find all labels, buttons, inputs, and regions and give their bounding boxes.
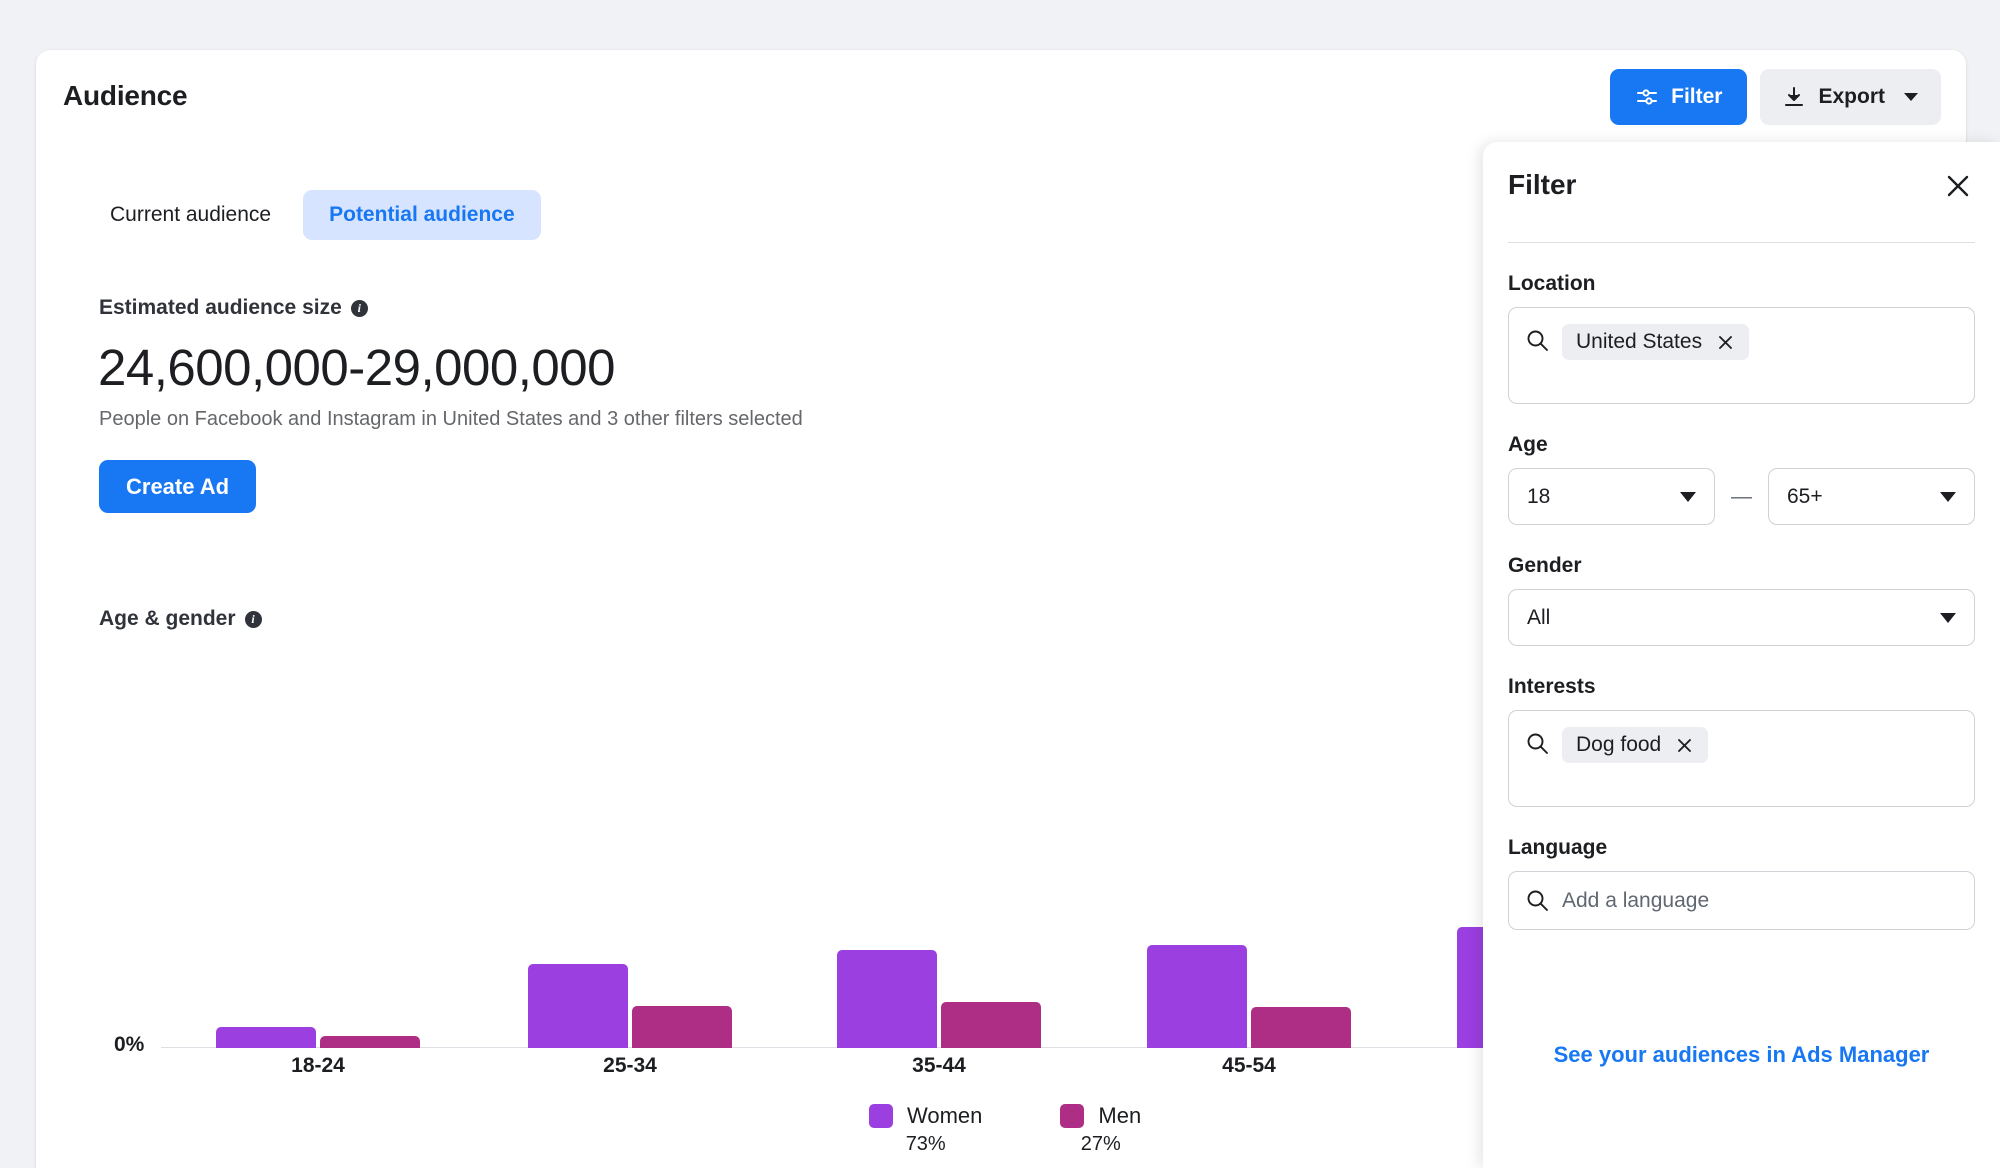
bar-35-44-men: [941, 1002, 1041, 1048]
location-chip-united-states[interactable]: United States: [1562, 324, 1749, 360]
filter-panel: Filter Location United States: [1483, 142, 2000, 1168]
gender-label: Gender: [1508, 554, 1975, 578]
estimated-audience-size-value: 24,600,000-29,000,000: [98, 338, 615, 397]
language-input[interactable]: Add a language: [1508, 871, 1975, 930]
gender-select[interactable]: All: [1508, 589, 1975, 646]
search-icon: [1525, 888, 1550, 913]
x-axis-label-18-24: 18-24: [291, 1054, 345, 1078]
chart-legend: Women 73% Men 27%: [869, 1103, 1141, 1156]
bar-18-24-men: [320, 1036, 420, 1048]
x-axis-label-25-34: 25-34: [603, 1054, 657, 1078]
age-range-separator: —: [1731, 485, 1752, 509]
audience-tabs: Current audience Potential audience: [84, 190, 541, 240]
legend-value-women: 73%: [906, 1133, 946, 1156]
tab-current-audience[interactable]: Current audience: [84, 190, 297, 240]
age-max-select[interactable]: 65+: [1768, 468, 1975, 525]
download-icon: [1782, 85, 1806, 110]
bar-25-34-women: [528, 964, 628, 1048]
age-min-select[interactable]: 18: [1508, 468, 1715, 525]
page-title: Audience: [63, 80, 187, 112]
ads-manager-link[interactable]: See your audiences in Ads Manager: [1483, 1042, 2000, 1068]
app-root: Audience Filter: [0, 0, 2000, 1168]
legend-swatch-women: [869, 1104, 893, 1128]
filter-button-label: Filter: [1671, 85, 1722, 109]
chevron-down-icon: [1940, 492, 1956, 502]
tab-potential-audience[interactable]: Potential audience: [303, 190, 541, 240]
interests-input[interactable]: Dog food: [1508, 710, 1975, 807]
bar-18-24-women: [216, 1027, 316, 1048]
info-icon[interactable]: i: [351, 300, 368, 317]
search-icon: [1525, 731, 1550, 756]
legend-label-men: Men: [1098, 1103, 1141, 1129]
header-actions: Filter Export: [1610, 69, 1941, 125]
language-label: Language: [1508, 836, 1975, 860]
age-max-value: 65+: [1787, 485, 1823, 509]
location-chip-label: United States: [1576, 330, 1702, 354]
sliders-icon: [1635, 85, 1659, 109]
legend-swatch-men: [1060, 1104, 1084, 1128]
filter-panel-header: Filter: [1508, 142, 1975, 242]
language-placeholder: Add a language: [1562, 889, 1709, 913]
search-icon: [1525, 328, 1550, 353]
chevron-down-icon: [1940, 613, 1956, 623]
interests-chip-label: Dog food: [1576, 733, 1661, 757]
legend-label-women: Women: [907, 1103, 982, 1129]
estimated-audience-size-label: Estimated audience size i: [99, 296, 368, 320]
x-axis-label-35-44: 35-44: [912, 1054, 966, 1078]
legend-item-women: Women 73%: [869, 1103, 982, 1156]
close-icon[interactable]: [1941, 169, 1975, 208]
export-button[interactable]: Export: [1760, 69, 1941, 125]
bar-45-54-women: [1147, 945, 1247, 1048]
bar-25-34-men: [632, 1006, 732, 1048]
location-input[interactable]: United States: [1508, 307, 1975, 404]
x-axis-label-45-54: 45-54: [1222, 1054, 1276, 1078]
create-ad-button[interactable]: Create Ad: [99, 460, 256, 513]
filter-panel-title: Filter: [1508, 169, 1576, 201]
location-label: Location: [1508, 272, 1975, 296]
chevron-down-icon: [1903, 91, 1919, 103]
legend-item-men: Men 27%: [1060, 1103, 1141, 1156]
age-gender-label: Age & gender i: [99, 607, 262, 631]
chevron-down-icon: [1680, 492, 1696, 502]
bar-45-54-men: [1251, 1007, 1351, 1048]
age-min-value: 18: [1527, 485, 1550, 509]
close-icon[interactable]: [1716, 333, 1735, 352]
interests-label: Interests: [1508, 675, 1975, 699]
bar-35-44-women: [837, 950, 937, 1048]
age-label: Age: [1508, 433, 1975, 457]
estimated-audience-size-text: Estimated audience size: [99, 296, 342, 320]
age-gender-text: Age & gender: [99, 607, 236, 631]
info-icon[interactable]: i: [245, 611, 262, 628]
filter-panel-divider: [1508, 242, 1975, 243]
close-icon[interactable]: [1675, 736, 1694, 755]
estimated-audience-size-subtitle: People on Facebook and Instagram in Unit…: [99, 408, 803, 431]
age-range-row: 18 — 65+: [1508, 468, 1975, 525]
legend-value-men: 27%: [1081, 1133, 1121, 1156]
gender-value: All: [1527, 606, 1550, 630]
export-button-label: Export: [1818, 85, 1885, 109]
interests-chip-dog-food[interactable]: Dog food: [1562, 727, 1708, 763]
filter-button[interactable]: Filter: [1610, 69, 1747, 125]
